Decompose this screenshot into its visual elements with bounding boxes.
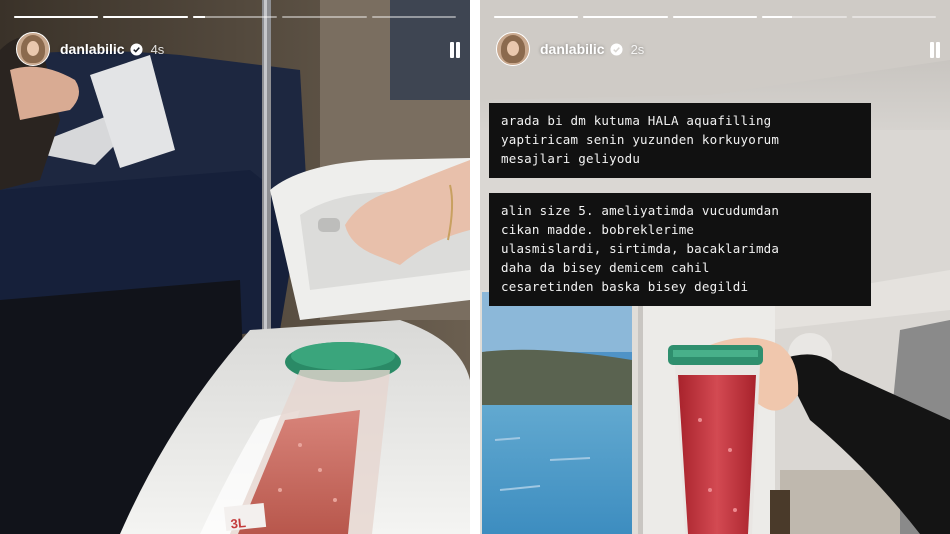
- caption-line: ulasmislardi, sirtimda, bacaklarimda: [501, 241, 780, 256]
- progress-segment: [192, 16, 278, 18]
- progress-segment: [494, 16, 579, 18]
- pause-icon[interactable]: [448, 42, 462, 58]
- story-progress-bar: [494, 16, 937, 18]
- story-progress-bar: [14, 16, 457, 18]
- progress-segment: [103, 16, 188, 18]
- verified-badge-icon: [130, 42, 143, 56]
- story-timestamp: 4s: [150, 41, 165, 57]
- bag-volume-label: 3L: [230, 515, 247, 532]
- story-caption-2: alin size 5. ameliyatimda vucudumdan cik…: [489, 193, 871, 306]
- progress-segment: [672, 16, 758, 18]
- caption-line: arada bi dm kutuma HALA aquafilling: [501, 113, 772, 128]
- verified-badge-icon: [610, 42, 623, 56]
- story-photo-hospital-bed: 3L: [0, 0, 470, 534]
- caption-line: yaptiricam senin yuzunden korkuyorum: [501, 132, 780, 147]
- progress-segment: [14, 16, 99, 18]
- story-header: danlabilic 2s: [496, 32, 644, 66]
- story-timestamp: 2s: [630, 41, 645, 57]
- story-right[interactable]: danlabilic 2s arada bi dm kutuma HALA aq…: [480, 0, 950, 534]
- story-caption-1: arada bi dm kutuma HALA aquafilling yapt…: [489, 103, 871, 178]
- progress-segment: [282, 16, 367, 18]
- caption-line: mesajlari geliyodu: [501, 151, 641, 166]
- user-avatar[interactable]: [16, 32, 50, 66]
- user-avatar[interactable]: [496, 32, 530, 66]
- progress-segment: [583, 16, 668, 18]
- username[interactable]: danlabilic: [60, 41, 125, 57]
- caption-line: cikan madde. bobreklerime: [501, 222, 695, 237]
- username[interactable]: danlabilic: [540, 41, 605, 57]
- caption-line: alin size 5. ameliyatimda vucudumdan: [501, 203, 780, 218]
- story-header: danlabilic 4s: [16, 32, 164, 66]
- progress-segment: [762, 16, 847, 18]
- story-left[interactable]: 3L danlabilic 4s: [0, 0, 470, 534]
- progress-segment: [371, 16, 457, 18]
- progress-segment: [851, 16, 937, 18]
- caption-line: cesaretinden baska bisey degildi: [501, 279, 749, 294]
- pause-icon[interactable]: [928, 42, 942, 58]
- caption-line: daha da bisey demicem cahil: [501, 260, 710, 275]
